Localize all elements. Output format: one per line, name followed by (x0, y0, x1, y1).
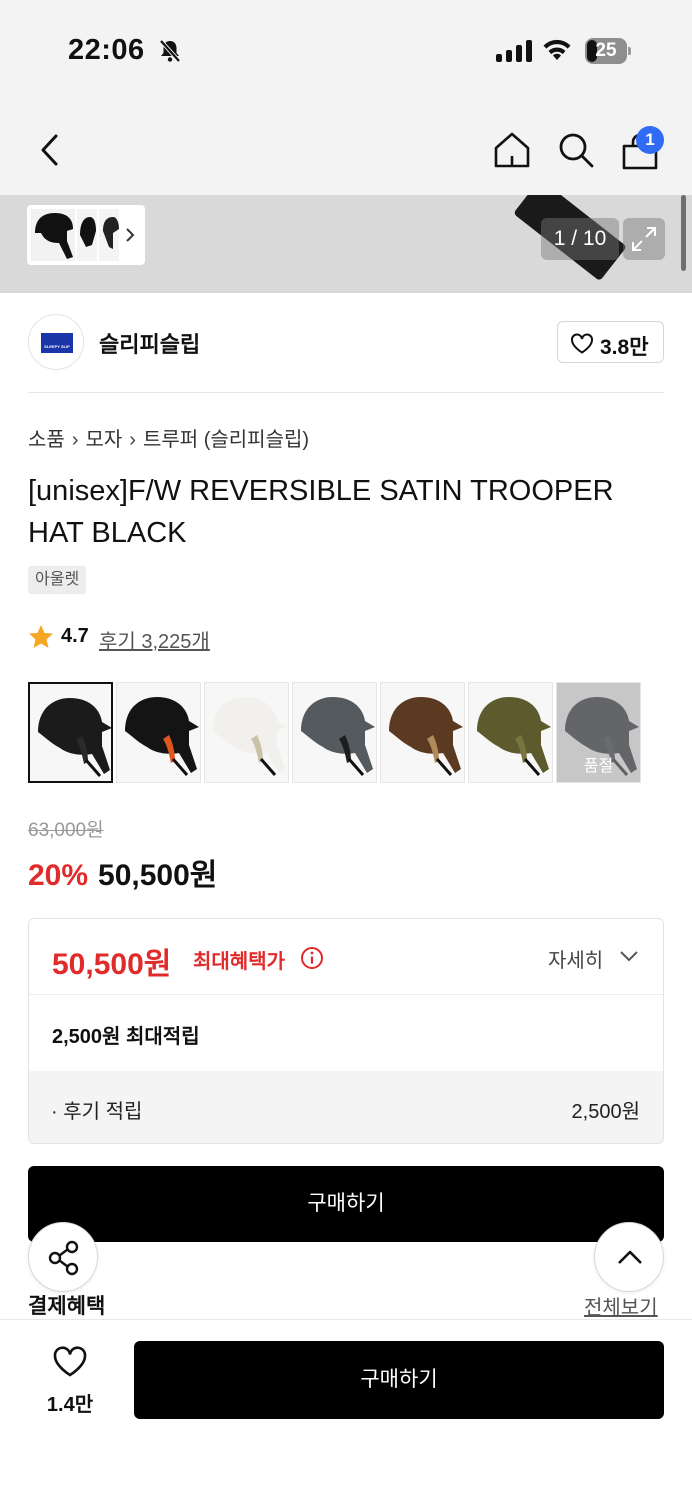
share-button[interactable] (28, 1222, 98, 1292)
brand-like-button[interactable]: 3.8만 (557, 321, 664, 363)
battery-icon: 25 (585, 38, 631, 64)
breadcrumb-item[interactable]: 모자 (85, 429, 122, 451)
max-benefit-label: 최대혜택가 (193, 951, 285, 973)
cart-count-badge: 1 (636, 126, 664, 154)
hat-image (125, 697, 199, 776)
original-price: 63,000원 (28, 820, 104, 841)
chevron-down-icon (620, 951, 638, 962)
buy-button-bottom[interactable]: 구매하기 (134, 1341, 664, 1419)
sale-price: 50,500원 (98, 859, 218, 892)
hat-image (477, 697, 551, 776)
battery-level: 25 (595, 40, 617, 61)
signal-icon (496, 40, 532, 62)
chevron-up-icon (618, 1250, 642, 1264)
breadcrumb-item[interactable]: 트루퍼 (슬리피슬립) (143, 429, 309, 451)
product-image-gallery[interactable]: 1 / 10 (0, 195, 692, 293)
review-points-label: · 후기 적립 (51, 1101, 143, 1123)
max-benefit-price: 50,500원 (52, 948, 172, 981)
color-variant[interactable] (292, 682, 377, 783)
benefit-box: 50,500원 최대혜택가 자세히 2,500원 최대적립 · 후기 적립 2,… (28, 918, 664, 1144)
review-points-row: · 후기 적립 2,500원 (29, 1071, 663, 1143)
hat-image (38, 698, 111, 777)
star-icon (29, 625, 53, 648)
status-time: 22:06 (68, 34, 145, 66)
info-icon[interactable] (300, 946, 324, 970)
color-variant[interactable] (116, 682, 201, 783)
heart-icon (53, 1346, 87, 1377)
wishlist-button[interactable]: 1.4만 (28, 1340, 112, 1420)
rating-value: 4.7 (61, 625, 89, 647)
search-icon[interactable] (556, 130, 596, 170)
max-points: 2,500원 최대적립 (52, 1026, 200, 1048)
home-icon[interactable] (492, 130, 532, 170)
scroll-to-top-button[interactable] (594, 1222, 664, 1292)
divider (28, 392, 664, 393)
hat-image (213, 697, 287, 776)
breadcrumb-item[interactable]: 소품 (28, 429, 65, 451)
chevron-right-icon: › (129, 429, 136, 451)
outlet-tag: 아울렛 (28, 566, 87, 594)
status-bar: 22:06 25 (0, 0, 692, 100)
discount-rate: 20% (28, 859, 89, 892)
review-points-amount: 2,500원 (571, 1101, 640, 1123)
scrollbar[interactable] (681, 195, 686, 271)
heart-icon (571, 333, 593, 354)
hat-image (301, 697, 375, 776)
product-title: [unisex]F/W REVERSIBLE SATIN TROOPER HAT… (28, 475, 614, 549)
buy-button[interactable]: 구매하기 (28, 1166, 664, 1242)
color-variant[interactable] (28, 682, 113, 783)
thumbnail-images (31, 209, 135, 261)
review-count-link[interactable]: 후기 3,225개 (99, 625, 210, 654)
color-variant[interactable] (204, 682, 289, 783)
color-variant[interactable]: 품절 (556, 682, 641, 783)
breadcrumb: 소품 › 모자 › 트루퍼 (슬리피슬립) (28, 423, 309, 452)
wifi-icon (543, 39, 571, 60)
expand-button[interactable] (623, 218, 665, 260)
brand-logo[interactable]: SLEEPY SLIP (28, 314, 84, 370)
sale-price-row: 20% 50,500원 (28, 850, 217, 894)
bell-off-icon (159, 39, 181, 63)
wishlist-count: 1.4만 (46, 1394, 94, 1416)
soldout-label: 품절 (583, 758, 614, 775)
color-variant[interactable] (380, 682, 465, 783)
max-benefit-row[interactable]: 50,500원 최대혜택가 자세히 (29, 919, 663, 995)
brand-name[interactable]: 슬리피슬립 (99, 327, 200, 359)
thumbnail-strip[interactable] (27, 205, 145, 265)
back-icon[interactable] (36, 132, 64, 168)
share-icon (48, 1240, 79, 1276)
image-page-counter: 1 / 10 (541, 218, 619, 260)
expand-icon (632, 227, 656, 251)
detail-toggle[interactable]: 자세히 (548, 944, 603, 973)
hat-image (389, 697, 463, 776)
brand-like-count: 3.8만 (600, 336, 649, 359)
brand-logo-plate: SLEEPY SLIP (41, 333, 73, 353)
chevron-right-icon: › (71, 429, 79, 451)
color-variant[interactable] (468, 682, 553, 783)
payment-benefit-title: 결제혜택 (28, 1295, 106, 1318)
view-all-link[interactable]: 전체보기 (584, 1291, 658, 1320)
